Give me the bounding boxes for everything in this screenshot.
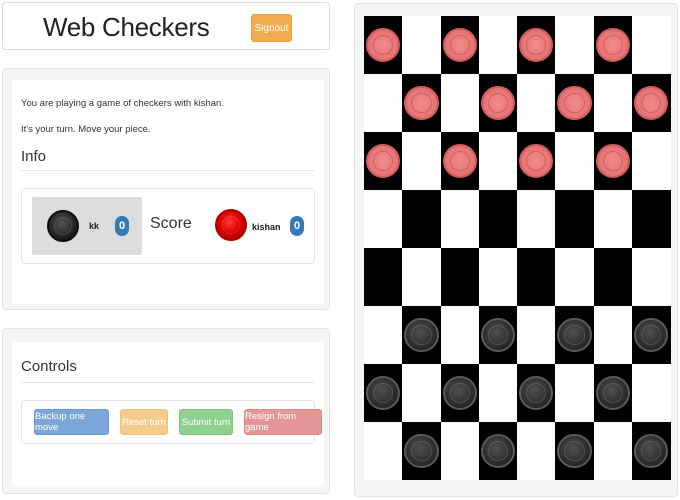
red-checker-piece[interactable]	[442, 27, 477, 63]
opponent-score-badge: 0	[290, 216, 304, 236]
controls-heading: Controls	[21, 358, 77, 375]
controls-content: Controls Backup one move Reset turn Subm…	[12, 342, 324, 487]
red-checker-piece[interactable]	[633, 85, 668, 121]
board-square-r0-c5[interactable]	[555, 16, 595, 74]
board-square-r2-c3[interactable]	[478, 132, 518, 190]
black-checker-piece[interactable]	[557, 317, 592, 353]
info-divider	[21, 170, 314, 171]
board-square-r1-c2[interactable]	[440, 74, 480, 132]
board-square-r4-c5[interactable]	[555, 248, 595, 306]
board-square-r7-c2[interactable]	[440, 422, 480, 480]
red-checker-piece[interactable]	[595, 143, 630, 179]
board-square-r6-c5[interactable]	[555, 364, 595, 422]
board-square-r3-c0[interactable]	[364, 190, 403, 248]
board-square-r3-c5[interactable]	[555, 190, 595, 248]
board-square-r1-c6[interactable]	[593, 74, 633, 132]
black-checker-piece[interactable]	[480, 433, 515, 469]
board-square-r3-c2[interactable]	[440, 190, 480, 248]
opponent-player-name: kishan	[252, 222, 281, 232]
black-checker-piece[interactable]	[633, 433, 668, 469]
red-checker-piece[interactable]	[442, 143, 477, 179]
board-square-r5-c4[interactable]	[517, 306, 556, 364]
board-square-r3-c4[interactable]	[517, 190, 556, 248]
info-content: You are playing a game of checkers with …	[12, 80, 324, 304]
black-checker-piece[interactable]	[595, 375, 630, 411]
score-box: kk 0 Score kishan 0	[21, 188, 315, 264]
board-square-r4-c3[interactable]	[478, 248, 518, 306]
controls-panel: Controls Backup one move Reset turn Subm…	[2, 328, 330, 494]
game-message: You are playing a game of checkers with …	[21, 98, 224, 109]
info-heading: Info	[21, 148, 47, 165]
black-checker-piece[interactable]	[633, 317, 668, 353]
black-checker-piece[interactable]	[480, 317, 515, 353]
resign-game-button[interactable]: Resign from game	[244, 409, 322, 435]
black-checker-piece[interactable]	[442, 375, 477, 411]
score-label: Score	[150, 215, 192, 232]
board-square-r1-c4[interactable]	[517, 74, 556, 132]
board-square-r1-c0[interactable]	[364, 74, 403, 132]
submit-turn-button[interactable]: Submit turn	[179, 409, 233, 435]
reset-turn-button[interactable]: Reset turn	[120, 409, 168, 435]
my-player-name: kk	[89, 221, 100, 231]
board-square-r4-c0[interactable]	[364, 248, 403, 306]
board-square-r4-c2[interactable]	[440, 248, 480, 306]
board-square-r5-c2[interactable]	[440, 306, 480, 364]
controls-button-group: Backup one move Reset turn Submit turn R…	[21, 400, 322, 444]
black-piece-icon	[47, 210, 79, 242]
active-player-card: kk 0	[32, 197, 142, 255]
board-square-r0-c1[interactable]	[402, 16, 442, 74]
checkers-board[interactable]	[364, 16, 671, 480]
board-square-r3-c1[interactable]	[402, 190, 442, 248]
red-checker-piece[interactable]	[557, 85, 592, 121]
board-square-r4-c4[interactable]	[517, 248, 556, 306]
board-square-r6-c7[interactable]	[631, 364, 671, 422]
board-square-r7-c0[interactable]	[364, 422, 403, 480]
board-square-r3-c7[interactable]	[631, 190, 671, 248]
red-checker-piece[interactable]	[480, 85, 515, 121]
board-square-r2-c1[interactable]	[402, 132, 442, 190]
black-checker-piece[interactable]	[557, 433, 592, 469]
board-square-r4-c6[interactable]	[593, 248, 633, 306]
board-square-r2-c7[interactable]	[631, 132, 671, 190]
signout-button[interactable]: Signout	[251, 14, 292, 42]
backup-move-button[interactable]: Backup one move	[34, 409, 109, 435]
header-panel: Web Checkers Signout	[2, 2, 330, 50]
board-square-r2-c5[interactable]	[555, 132, 595, 190]
board-square-r5-c0[interactable]	[364, 306, 403, 364]
turn-message: It's your turn. Move your piece.	[21, 124, 151, 135]
board-square-r7-c4[interactable]	[517, 422, 556, 480]
board-square-r6-c3[interactable]	[478, 364, 518, 422]
board-square-r5-c6[interactable]	[593, 306, 633, 364]
board-square-r7-c6[interactable]	[593, 422, 633, 480]
board-square-r3-c3[interactable]	[478, 190, 518, 248]
red-piece-icon	[215, 209, 247, 241]
black-checker-piece[interactable]	[404, 317, 439, 353]
info-panel: You are playing a game of checkers with …	[2, 68, 330, 310]
board-square-r4-c1[interactable]	[402, 248, 442, 306]
red-checker-piece[interactable]	[595, 27, 630, 63]
board-square-r0-c3[interactable]	[478, 16, 518, 74]
board-square-r3-c6[interactable]	[593, 190, 633, 248]
my-score-badge: 0	[115, 216, 129, 236]
red-checker-piece[interactable]	[404, 85, 439, 121]
page-title: Web Checkers	[43, 12, 210, 42]
board-square-r4-c7[interactable]	[631, 248, 671, 306]
controls-divider	[21, 382, 314, 383]
black-checker-piece[interactable]	[404, 433, 439, 469]
board-square-r0-c7[interactable]	[631, 16, 671, 74]
board-square-r6-c1[interactable]	[402, 364, 442, 422]
